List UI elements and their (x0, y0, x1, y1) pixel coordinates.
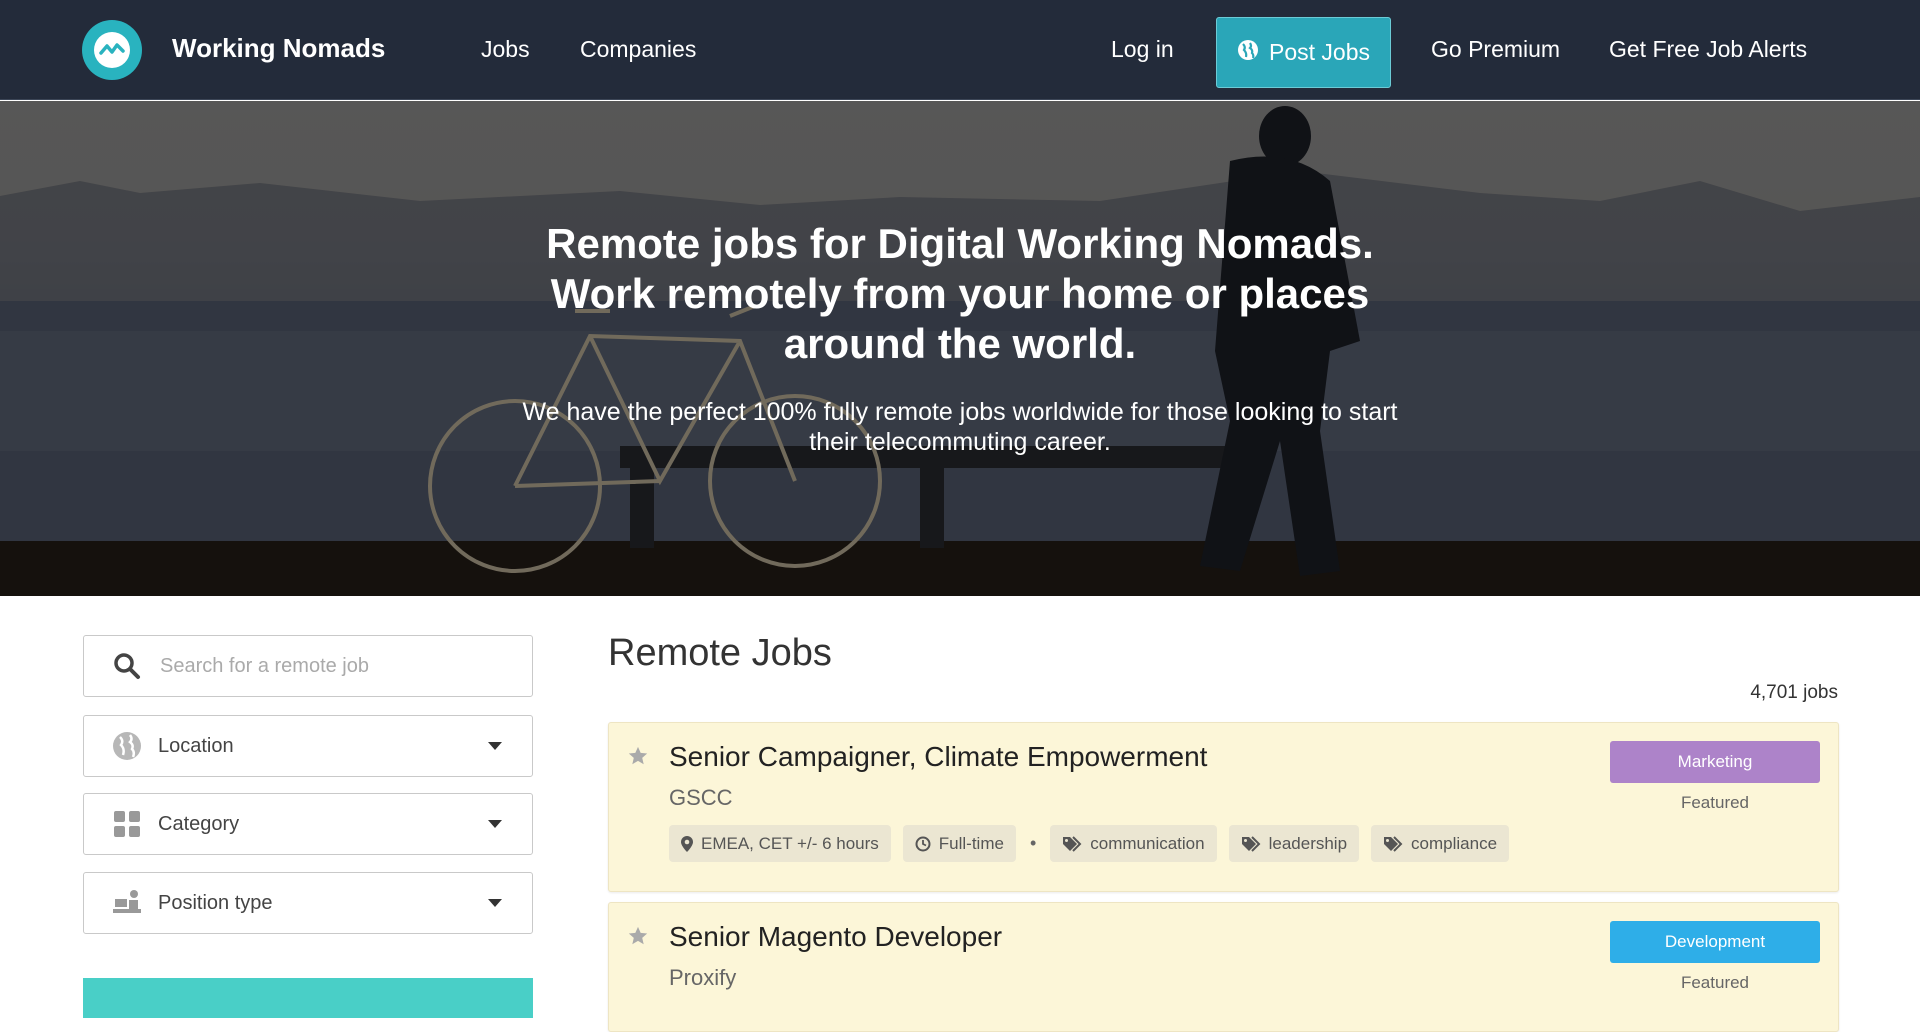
job-type-tag: Full-time (902, 825, 1016, 862)
tag-icon (1384, 835, 1403, 852)
skill-tag[interactable]: communication (1050, 825, 1217, 862)
location-select[interactable]: Location (83, 715, 533, 777)
chevron-down-icon (488, 742, 502, 750)
grid-icon (112, 809, 142, 839)
separator-dot: • (1029, 833, 1037, 853)
job-company[interactable]: GSCC (669, 785, 733, 811)
hero-title: Remote jobs for Digital Working Nomads. … (546, 220, 1374, 367)
globe-icon (112, 731, 142, 761)
skill-tag[interactable]: leadership (1228, 825, 1360, 862)
hero-subtitle: We have the perfect 100% fully remote jo… (522, 398, 1398, 456)
job-type-text: Full-time (938, 833, 1004, 853)
job-card[interactable]: Senior Magento Developer Proxify Develop… (608, 902, 1839, 1032)
skill-tag-label: compliance (1411, 833, 1498, 853)
star-icon[interactable] (627, 925, 649, 947)
hero-banner: Remote jobs for Digital Working Nomads. … (0, 101, 1920, 596)
search-icon (112, 651, 142, 681)
globe-icon (1237, 39, 1259, 67)
job-title[interactable]: Senior Campaigner, Climate Empowerment (669, 741, 1207, 773)
featured-label: Featured (1680, 973, 1750, 992)
job-card[interactable]: Senior Campaigner, Climate Empowerment G… (608, 722, 1839, 892)
star-icon[interactable] (627, 745, 649, 767)
chevron-down-icon (488, 820, 502, 828)
page-title: Remote Jobs (608, 632, 832, 674)
tag-icon (1241, 835, 1261, 852)
position-type-label: Position type (158, 891, 273, 914)
category-label: Category (158, 812, 240, 835)
chevron-down-icon (488, 899, 502, 907)
post-jobs-label: Post Jobs (1269, 39, 1370, 65)
search-field[interactable] (83, 635, 533, 697)
job-company[interactable]: Proxify (669, 965, 736, 991)
job-count: 4,701 jobs (1750, 682, 1838, 703)
job-tags: EMEA, CET +/- 6 hours Full-time • commun… (669, 825, 1521, 862)
location-tag: EMEA, CET +/- 6 hours (669, 825, 891, 862)
nav-jobs-link[interactable]: Jobs (481, 36, 530, 63)
nav-login-link[interactable]: Log in (1111, 36, 1174, 63)
category-badge[interactable]: Development (1610, 921, 1820, 963)
nav-alerts-link[interactable]: Get Free Job Alerts (1609, 36, 1807, 63)
skill-tag-label: communication (1090, 833, 1205, 853)
top-navbar: Working Nomads Jobs Companies Log in Pos… (0, 0, 1920, 100)
search-input[interactable] (158, 653, 488, 679)
nav-premium-link[interactable]: Go Premium (1431, 36, 1560, 63)
clock-icon (915, 836, 931, 851)
location-text: EMEA, CET +/- 6 hours (701, 833, 879, 853)
map-pin-icon (681, 835, 693, 852)
location-label: Location (158, 734, 234, 757)
workstation-icon (112, 888, 142, 918)
category-select[interactable]: Category (83, 793, 533, 855)
post-jobs-button[interactable]: Post Jobs (1216, 17, 1391, 88)
category-badge[interactable]: Marketing (1610, 741, 1820, 783)
position-type-select[interactable]: Position type (83, 872, 533, 934)
nav-companies-link[interactable]: Companies (580, 36, 696, 63)
skill-tag[interactable]: compliance (1371, 825, 1510, 862)
featured-label: Featured (1680, 793, 1750, 812)
sidebar-promo-box[interactable] (83, 978, 533, 1018)
brand-name[interactable]: Working Nomads (172, 33, 385, 64)
job-title[interactable]: Senior Magento Developer (669, 921, 1002, 953)
tag-icon (1063, 835, 1082, 852)
skill-tag-label: leadership (1268, 833, 1348, 853)
logo-icon[interactable] (82, 20, 142, 80)
